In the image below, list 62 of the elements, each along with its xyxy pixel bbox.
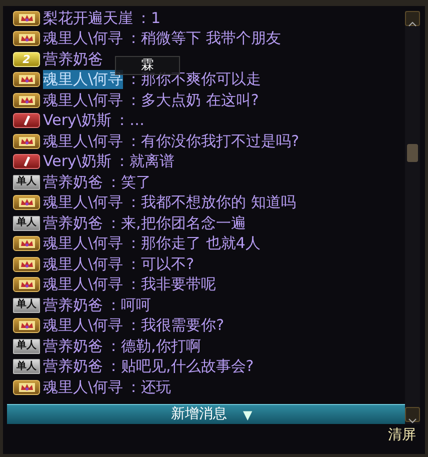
message-text: ：就离谱: [114, 152, 174, 172]
message-text: ：呵呵: [106, 296, 151, 315]
clear-screen-button[interactable]: 清屏: [388, 425, 416, 446]
scroll-down-icon[interactable]: [405, 407, 420, 422]
message-text: ：德勒,你打啊: [106, 336, 201, 356]
message-text: ：我都不想放你的 知道吗: [126, 193, 296, 212]
message-text: ：那你走了 也就4人: [126, 234, 260, 254]
message-text: ：笑了: [106, 172, 151, 192]
new-messages-bar[interactable]: 新增消息 ▼: [7, 404, 405, 424]
slash-badge-icon: [13, 113, 40, 128]
sender-name[interactable]: 营养奶爸: [43, 296, 103, 315]
message-text: ：…: [114, 111, 144, 130]
sender-name[interactable]: 营养奶爸: [43, 336, 103, 356]
solo-badge: 单人: [13, 174, 40, 190]
crown-badge-icon: [13, 134, 40, 149]
rank-badge: 2: [13, 52, 40, 67]
tooltip: 霖: [115, 56, 180, 75]
sender-name[interactable]: 魂里人\何寻: [43, 29, 124, 48]
sender-name[interactable]: 营养奶爸: [43, 50, 103, 69]
sender-name[interactable]: 魂里人\何寻: [43, 90, 124, 110]
message-text: ：1: [136, 8, 161, 28]
sender-name[interactable]: 魂里人\何寻: [43, 132, 124, 151]
crown-badge-icon: [13, 380, 40, 395]
message-text: ：我非要带呢: [126, 275, 216, 294]
solo-badge: 单人: [13, 338, 40, 354]
down-arrow-icon: ▼: [243, 406, 252, 424]
message-text: ：来,把你团名念一遍: [106, 214, 246, 233]
sender-name[interactable]: 魂里人\何寻: [43, 234, 124, 254]
sender-name[interactable]: 魂里人\何寻: [43, 193, 124, 212]
message-text: ：可以不?: [126, 254, 194, 274]
crown-badge-icon: [13, 92, 40, 108]
sender-name[interactable]: 营养奶爸: [43, 214, 103, 233]
sender-name[interactable]: 魂里人\何寻: [43, 316, 124, 336]
crown-badge-icon: [13, 10, 40, 26]
sender-name[interactable]: 魂里人\何寻: [43, 378, 124, 397]
solo-badge: 单人: [13, 359, 40, 374]
solo-badge: 单人: [13, 298, 40, 313]
sender-name[interactable]: 营养奶爸: [43, 172, 103, 192]
scroll-up-icon[interactable]: [405, 11, 420, 26]
crown-badge-icon: [13, 318, 40, 334]
solo-badge: 单人: [13, 216, 40, 231]
slash-badge-icon: [13, 154, 40, 170]
message-text: ：贴吧见,什么故事会?: [106, 357, 254, 376]
sender-name[interactable]: 魂里人\何寻: [43, 275, 124, 294]
crown-badge-icon: [13, 72, 40, 88]
crown-badge-icon: [13, 195, 40, 210]
message-text: ：有你没你我打不过是吗?: [126, 132, 300, 151]
sender-name[interactable]: 魂里人\何寻: [43, 254, 124, 274]
crown-badge-icon: [13, 31, 40, 46]
sender-name[interactable]: Very\奶斯: [43, 111, 112, 130]
message-text: ：还玩: [126, 378, 172, 397]
message-text: ：多大点奶 在这叫?: [126, 90, 259, 110]
sender-name[interactable]: 梨花开遍天崖: [43, 8, 133, 28]
crown-badge-icon: [13, 256, 40, 272]
sender-name[interactable]: 营养奶爸: [43, 357, 103, 376]
crown-badge-icon: [13, 277, 40, 292]
sender-name[interactable]: Very\奶斯: [43, 152, 112, 172]
message-text: ：稍微等下 我带个朋友: [126, 29, 281, 48]
message-text: ：我很需要你?: [126, 316, 224, 336]
scrollbar[interactable]: [405, 11, 420, 424]
scroll-thumb[interactable]: [407, 144, 418, 162]
crown-badge-icon: [13, 236, 40, 252]
